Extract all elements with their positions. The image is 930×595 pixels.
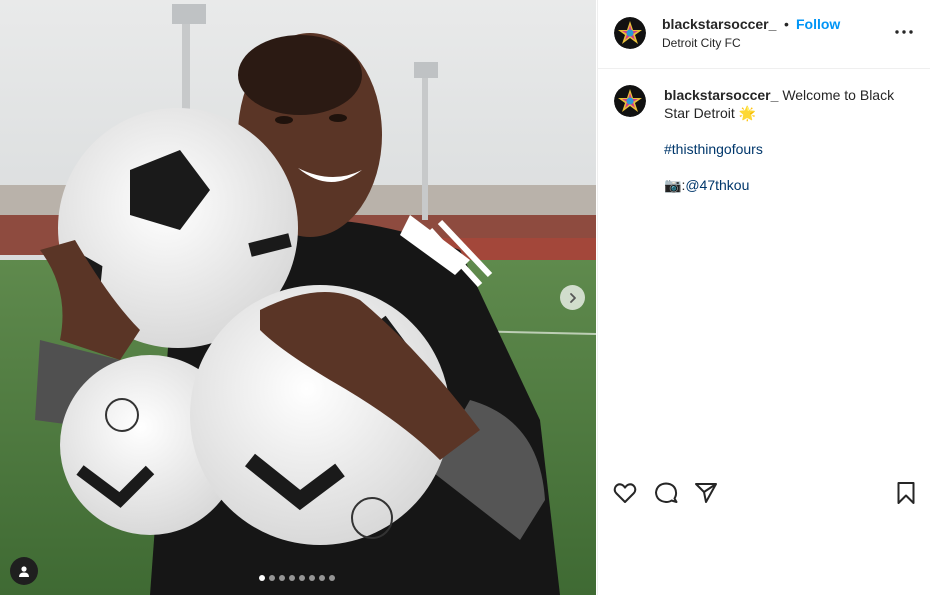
- carousel-dot: [329, 575, 335, 581]
- black-star-logo-icon: [614, 17, 646, 49]
- carousel-dot: [319, 575, 325, 581]
- save-button[interactable]: [893, 480, 919, 506]
- camera-emoji: 📷: [664, 177, 682, 193]
- comment-icon: [655, 482, 678, 503]
- more-horizontal-icon: [895, 30, 913, 34]
- caption-avatar[interactable]: [614, 85, 646, 117]
- tagged-users-button[interactable]: [10, 557, 38, 585]
- comment-button[interactable]: [653, 480, 679, 506]
- post-media[interactable]: [0, 0, 596, 595]
- post-header: blackstarsoccer_ • Follow Detroit City F…: [598, 0, 930, 69]
- chevron-right-icon: [569, 292, 576, 303]
- carousel-dot: [309, 575, 315, 581]
- carousel-dot: [299, 575, 305, 581]
- like-button[interactable]: [612, 480, 638, 506]
- post-panel: blackstarsoccer_ • Follow Detroit City F…: [597, 0, 930, 595]
- author-username[interactable]: blackstarsoccer_: [662, 16, 776, 32]
- carousel-indicator: [259, 575, 335, 581]
- black-star-logo-icon: [614, 85, 646, 117]
- author-avatar[interactable]: [614, 17, 646, 49]
- more-options-button[interactable]: [892, 24, 916, 40]
- post-photo: [0, 0, 596, 595]
- post-actions-bar: [598, 478, 930, 508]
- share-button[interactable]: [693, 480, 719, 506]
- bookmark-icon: [897, 482, 915, 504]
- carousel-dot: [259, 575, 265, 581]
- caption-username[interactable]: blackstarsoccer_: [664, 87, 778, 103]
- follow-button[interactable]: Follow: [796, 16, 840, 32]
- heart-icon: [613, 483, 637, 503]
- caption-text-block: blackstarsoccer_ Welcome to Black Star D…: [664, 87, 895, 193]
- hashtag-link[interactable]: #thisthingofours: [664, 141, 763, 157]
- carousel-dot: [279, 575, 285, 581]
- credit-mention-link[interactable]: @47thkou: [685, 177, 749, 193]
- header-separator: •: [784, 16, 789, 32]
- post-location[interactable]: Detroit City FC: [662, 36, 741, 50]
- carousel-dot: [269, 575, 275, 581]
- carousel-dot: [289, 575, 295, 581]
- send-icon: [695, 483, 717, 503]
- carousel-next-button[interactable]: [560, 285, 585, 310]
- user-tag-icon: [19, 566, 29, 577]
